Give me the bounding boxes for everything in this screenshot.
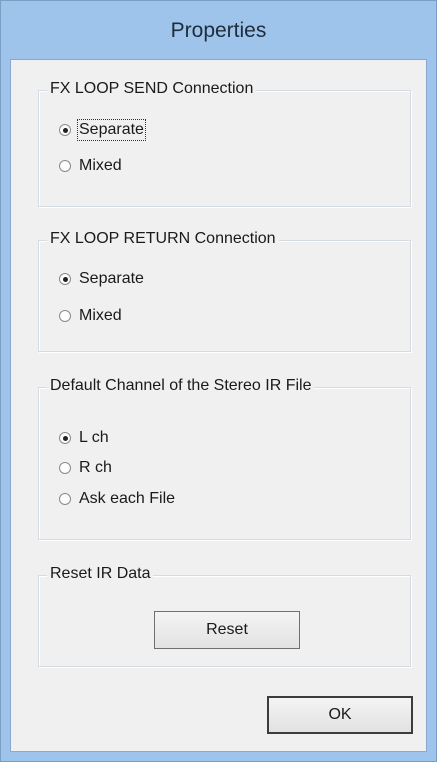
window-title: Properties: [170, 19, 267, 42]
radio-checked-icon[interactable]: [59, 124, 71, 136]
radio-unchecked-icon[interactable]: [59, 493, 71, 505]
channel-rch-label[interactable]: R ch: [79, 459, 112, 477]
fx-return-separate-radio[interactable]: Separate: [59, 268, 144, 290]
channel-lch-radio[interactable]: L ch: [59, 427, 109, 449]
reset-ir-group: Reset IR Data Reset: [38, 565, 411, 667]
radio-checked-icon[interactable]: [59, 273, 71, 285]
channel-lch-label[interactable]: L ch: [79, 429, 109, 447]
fx-send-mixed-radio[interactable]: Mixed: [59, 155, 122, 177]
radio-checked-icon[interactable]: [59, 432, 71, 444]
fx-send-group-caption: FX LOOP SEND Connection: [47, 80, 257, 98]
radio-unchecked-icon[interactable]: [59, 310, 71, 322]
properties-dialog: Properties FX LOOP SEND Connection Separ…: [0, 0, 437, 762]
channel-ask-label[interactable]: Ask each File: [79, 490, 175, 508]
title-bar[interactable]: Properties: [1, 1, 436, 59]
radio-unchecked-icon[interactable]: [59, 160, 71, 172]
fx-return-separate-label[interactable]: Separate: [79, 270, 144, 288]
ok-button[interactable]: OK: [267, 696, 413, 734]
radio-unchecked-icon[interactable]: [59, 462, 71, 474]
fx-return-mixed-radio[interactable]: Mixed: [59, 305, 122, 327]
fx-return-group-caption: FX LOOP RETURN Connection: [47, 230, 279, 248]
reset-button[interactable]: Reset: [154, 611, 300, 649]
fx-send-mixed-label[interactable]: Mixed: [79, 157, 122, 175]
fx-return-group: FX LOOP RETURN Connection Separate Mixed: [38, 230, 411, 352]
fx-send-group: FX LOOP SEND Connection Separate Mixed: [38, 80, 411, 207]
default-channel-group: Default Channel of the Stereo IR File L …: [38, 377, 411, 540]
reset-ir-group-caption: Reset IR Data: [47, 565, 154, 583]
fx-return-mixed-label[interactable]: Mixed: [79, 307, 122, 325]
fx-send-separate-label[interactable]: Separate: [77, 119, 146, 141]
default-channel-group-caption: Default Channel of the Stereo IR File: [47, 377, 315, 395]
channel-rch-radio[interactable]: R ch: [59, 457, 112, 479]
dialog-client-area: FX LOOP SEND Connection Separate Mixed F…: [10, 59, 427, 752]
fx-send-separate-radio[interactable]: Separate: [59, 119, 146, 141]
channel-ask-radio[interactable]: Ask each File: [59, 488, 175, 510]
